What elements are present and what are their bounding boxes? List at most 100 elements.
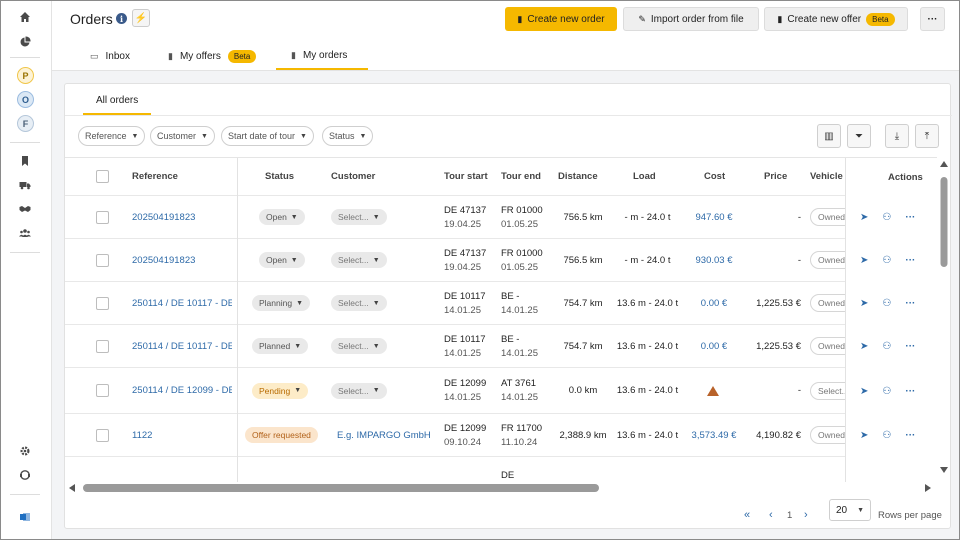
horizontal-scrollbar[interactable] (65, 482, 937, 494)
outlook-icon[interactable] (14, 506, 36, 528)
customer-select[interactable]: Select... ▼ (331, 282, 387, 324)
send-icon[interactable]: ➤ (860, 386, 868, 397)
table-row[interactable]: 250114 / DE 12099 - DE Pending ▼ Select... ▼… (65, 368, 937, 414)
horizontal-scrollbar-thumb[interactable] (83, 484, 599, 492)
truck-icon[interactable] (14, 174, 36, 196)
more-actions-icon[interactable]: ··· (905, 341, 915, 352)
info-icon[interactable]: i (116, 13, 127, 24)
assign-driver-icon[interactable]: ⚇ (882, 255, 891, 266)
tab-my-orders[interactable]: ▮ My orders (276, 42, 368, 70)
column-header-distance[interactable]: Distance (558, 158, 598, 195)
row-checkbox[interactable] (96, 282, 109, 324)
reference-link[interactable]: 250114 / DE 12099 - DE (132, 368, 232, 413)
current-page[interactable]: 1 (787, 504, 792, 526)
row-checkbox[interactable] (96, 368, 109, 413)
customer-select[interactable]: Select... ▼ (331, 196, 387, 238)
reference-link[interactable]: 250114 / DE 10117 - DE (132, 325, 232, 367)
pie-chart-icon[interactable] (14, 31, 36, 53)
status-select[interactable]: Offer requested (245, 414, 318, 456)
select-all-checkbox[interactable] (96, 158, 109, 195)
table-row[interactable]: 250114 / DE 10117 - DE Planned ▼ Select... ▼… (65, 325, 937, 368)
more-actions-icon[interactable]: ··· (905, 212, 915, 223)
row-checkbox[interactable] (96, 414, 109, 456)
more-options-button[interactable]: ··· (920, 7, 945, 31)
customer-select[interactable]: Select... ▼ (331, 239, 387, 281)
assign-driver-icon[interactable]: ⚇ (882, 430, 891, 441)
column-header-customer[interactable]: Customer (331, 158, 375, 195)
filter-start-date[interactable]: Start date of tour ▼ (221, 126, 314, 146)
next-page-button[interactable]: › (804, 504, 808, 526)
workspace-avatar[interactable]: O (17, 91, 34, 108)
support-icon[interactable] (14, 464, 36, 486)
filter-customer[interactable]: Customer ▼ (150, 126, 215, 146)
upload-button[interactable]: ⤒ (915, 124, 939, 148)
status-select[interactable]: Open ▼ (259, 239, 305, 281)
reference-link[interactable]: 202504191823 (132, 239, 232, 281)
cost-link[interactable]: 0.00 € (687, 282, 741, 324)
first-page-button[interactable]: « (744, 504, 750, 526)
vertical-scrollbar[interactable] (937, 157, 951, 482)
column-header-tour-start[interactable]: Tour start (444, 158, 488, 195)
assign-driver-icon[interactable]: ⚇ (882, 298, 891, 309)
send-icon[interactable]: ➤ (860, 255, 868, 266)
bookmark-icon[interactable] (14, 150, 36, 172)
warning-icon[interactable] (707, 368, 719, 413)
subtab-all-orders[interactable]: All orders (83, 87, 152, 115)
customer-select[interactable]: Select... ▼ (331, 368, 387, 413)
column-header-status[interactable]: Status (265, 158, 294, 195)
row-checkbox[interactable] (96, 239, 109, 281)
column-header-vehicle[interactable]: Vehicle (810, 158, 843, 195)
column-header-load[interactable]: Load (633, 158, 656, 195)
more-actions-icon[interactable]: ··· (905, 430, 915, 441)
reference-link[interactable]: 202504191823 (132, 196, 232, 238)
previous-page-button[interactable]: ‹ (769, 504, 773, 526)
workspace-avatar[interactable]: P (17, 67, 34, 84)
quick-actions-button[interactable]: ⚡ (132, 9, 150, 27)
column-header-reference[interactable]: Reference (132, 158, 178, 195)
home-icon[interactable] (14, 6, 36, 28)
row-checkbox[interactable] (96, 325, 109, 367)
customer-select[interactable]: Select... ▼ (331, 325, 387, 367)
tab-inbox[interactable]: ▭ Inbox (86, 42, 134, 70)
column-header-tour-end[interactable]: Tour end (501, 158, 541, 195)
vertical-scrollbar-thumb[interactable] (940, 177, 948, 267)
column-header-price[interactable]: Price (764, 158, 787, 195)
handshake-icon[interactable] (14, 198, 36, 220)
tab-my-offers[interactable]: ▮ My offers Beta (164, 42, 260, 70)
send-icon[interactable]: ➤ (860, 298, 868, 309)
status-select[interactable]: Open ▼ (259, 196, 305, 238)
cost-link[interactable]: 947.60 € (687, 196, 741, 238)
assign-driver-icon[interactable]: ⚇ (882, 386, 891, 397)
cost-link[interactable]: 930.03 € (687, 239, 741, 281)
more-actions-icon[interactable]: ··· (905, 255, 915, 266)
send-icon[interactable]: ➤ (860, 430, 868, 441)
assign-driver-icon[interactable]: ⚇ (882, 212, 891, 223)
assign-driver-icon[interactable]: ⚇ (882, 341, 891, 352)
table-row[interactable]: 250114 / DE 10117 - DE Planning ▼ Select...… (65, 282, 937, 325)
more-actions-icon[interactable]: ··· (905, 386, 915, 397)
download-button[interactable]: ⤓ (885, 124, 909, 148)
table-row[interactable]: DE (65, 457, 937, 482)
table-row[interactable]: 202504191823 Open ▼ Select... ▼ DE 47137 19.04… (65, 239, 937, 282)
create-new-offer-button[interactable]: ▮ Create new offer Beta (764, 7, 908, 31)
filter-reference[interactable]: Reference ▼ (78, 126, 146, 146)
status-select[interactable]: Planned ▼ (252, 325, 309, 367)
workspace-avatar[interactable]: F (17, 115, 34, 132)
columns-button[interactable]: ▥ (817, 124, 841, 148)
cost-link[interactable]: 3,573.49 € (687, 414, 741, 456)
status-select[interactable]: Planning ▼ (252, 282, 311, 324)
reference-link[interactable]: 250114 / DE 10117 - DE (132, 282, 232, 324)
more-actions-icon[interactable]: ··· (905, 298, 915, 309)
status-select[interactable]: Pending ▼ (252, 368, 309, 413)
send-icon[interactable]: ➤ (860, 212, 868, 223)
import-order-button[interactable]: ✎ Import order from file (623, 7, 759, 31)
reference-link[interactable]: 1122 (132, 414, 232, 456)
create-new-order-button[interactable]: ▮ Create new order (505, 7, 617, 31)
table-row[interactable]: 1122 Offer requested E.g. IMPARGO GmbH DE 1… (65, 414, 937, 457)
column-header-cost[interactable]: Cost (704, 158, 725, 195)
table-row[interactable]: 202504191823 Open ▼ Select... ▼ DE 47137 19.04… (65, 196, 937, 239)
send-icon[interactable]: ➤ (860, 341, 868, 352)
team-icon[interactable] (14, 222, 36, 244)
customer-link[interactable]: E.g. IMPARGO GmbH (337, 414, 431, 456)
gear-icon[interactable] (14, 440, 36, 462)
